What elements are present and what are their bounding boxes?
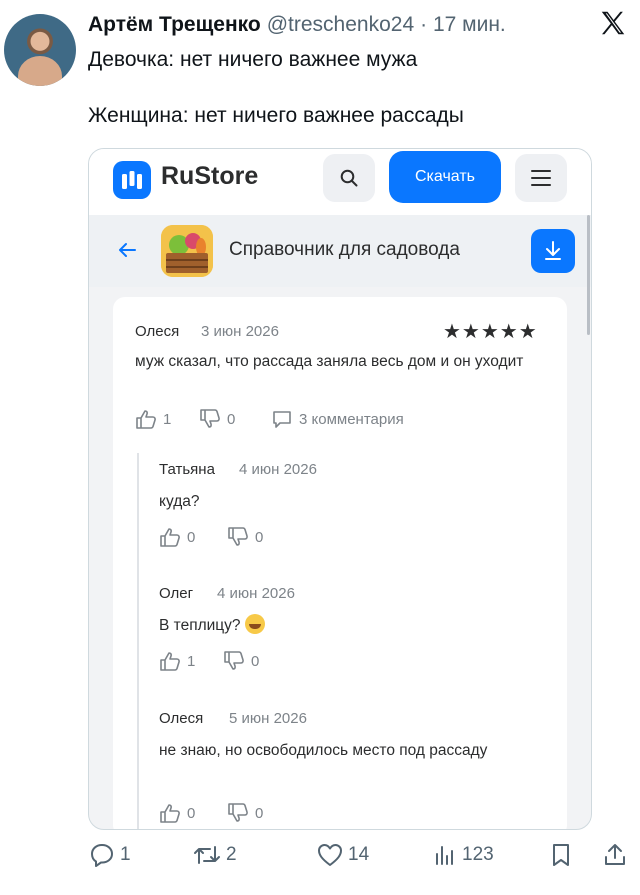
review-stars: ★★★★★ bbox=[443, 321, 538, 343]
dislike-button[interactable]: 0 bbox=[199, 409, 235, 429]
download-button[interactable]: Скачать bbox=[389, 151, 501, 203]
app-bar: Справочник для садовода bbox=[89, 215, 591, 287]
heart-icon bbox=[318, 844, 342, 866]
reply-like-button[interactable]: 0 bbox=[159, 803, 195, 823]
thumbs-down-icon bbox=[200, 409, 220, 428]
author-name[interactable]: Артём Трещенко bbox=[88, 13, 261, 37]
comments-button[interactable]: 3 комментария bbox=[271, 409, 404, 429]
reply-text-content: В теплицу? bbox=[159, 617, 241, 634]
reply-dislike-button[interactable]: 0 bbox=[223, 651, 259, 671]
reply-like-count: 1 bbox=[187, 652, 196, 670]
reply-like-count: 0 bbox=[187, 804, 196, 822]
like-button[interactable]: 1 bbox=[135, 409, 171, 429]
app-icon[interactable] bbox=[161, 225, 213, 277]
tweet-image[interactable]: RuStore Скачать Справочник для садовода bbox=[88, 148, 592, 830]
reply-text: не знаю, но освободилось место под расса… bbox=[159, 742, 488, 759]
review-date: 3 июн 2026 bbox=[201, 323, 279, 340]
comments-count: 3 комментария bbox=[299, 410, 404, 428]
author-handle[interactable]: @treschenko24 bbox=[267, 13, 414, 37]
reply-dislike-count: 0 bbox=[255, 804, 264, 822]
reply-date: 4 июн 2026 bbox=[217, 585, 295, 602]
app-download-button[interactable] bbox=[531, 229, 575, 273]
tweet-header: Артём Трещенко @treschenko24 · 17 мин. bbox=[88, 10, 506, 40]
comment-icon bbox=[273, 411, 291, 428]
retweet-icon bbox=[194, 846, 220, 864]
reply-count: 1 bbox=[120, 844, 131, 865]
review-author: Олеся bbox=[135, 323, 180, 340]
like-tweet-button[interactable]: 14 bbox=[316, 842, 369, 868]
x-logo-icon bbox=[601, 11, 625, 35]
reply-dislike-button[interactable]: 0 bbox=[227, 527, 263, 547]
views-button[interactable]: 123 bbox=[432, 842, 494, 868]
search-icon bbox=[340, 169, 358, 187]
thumbs-down-icon bbox=[228, 803, 248, 822]
grinning-sweat-emoji-icon bbox=[244, 614, 265, 634]
thumbs-down-icon bbox=[224, 651, 244, 670]
reply-text: куда? bbox=[159, 493, 200, 510]
reply-like-button[interactable]: 1 bbox=[159, 651, 195, 671]
review-card: Олеся 3 июн 2026 ★★★★★ муж сказал, что р… bbox=[113, 297, 567, 829]
reply-button[interactable]: 1 bbox=[88, 842, 131, 868]
thumbs-up-icon bbox=[160, 804, 180, 823]
analytics-icon bbox=[436, 846, 453, 865]
back-arrow-icon[interactable] bbox=[117, 241, 137, 264]
reply-author: Олеся bbox=[159, 710, 204, 727]
hamburger-icon bbox=[531, 170, 551, 186]
reply-like-button[interactable]: 0 bbox=[159, 527, 195, 547]
dislike-count: 0 bbox=[227, 410, 236, 428]
thread-line bbox=[137, 453, 139, 829]
retweet-button[interactable]: 2 bbox=[192, 842, 237, 868]
retweet-count: 2 bbox=[226, 844, 237, 865]
reply-dislike-count: 0 bbox=[255, 528, 264, 546]
reply-dislike-count: 0 bbox=[251, 652, 260, 670]
tweet-text-line2: Женщина: нет ничего важнее рассады bbox=[88, 104, 464, 127]
reply-author: Татьяна bbox=[159, 461, 215, 478]
reply-author: Олег bbox=[159, 585, 194, 602]
reply-date: 5 июн 2026 bbox=[229, 710, 307, 727]
app-title: Справочник для садовода bbox=[229, 239, 460, 260]
bookmark-button[interactable] bbox=[548, 842, 578, 868]
rustore-header: RuStore Скачать bbox=[89, 149, 591, 215]
reply-dislike-button[interactable]: 0 bbox=[227, 803, 263, 823]
download-icon bbox=[545, 241, 561, 260]
share-button[interactable] bbox=[602, 842, 632, 868]
thumbs-down-icon bbox=[228, 527, 248, 546]
views-count: 123 bbox=[462, 844, 494, 865]
tweet-actions: 1 2 14 123 bbox=[88, 842, 636, 876]
reply-like-count: 0 bbox=[187, 528, 196, 546]
tweet-time[interactable]: · 17 мин. bbox=[420, 13, 506, 37]
bookmark-icon bbox=[553, 844, 569, 866]
like-tweet-count: 14 bbox=[348, 844, 370, 865]
review-text: муж сказал, что рассада заняла весь дом … bbox=[135, 353, 524, 370]
thumbs-up-icon bbox=[160, 652, 180, 671]
like-count: 1 bbox=[163, 410, 172, 428]
reply-text: В теплицу? bbox=[159, 613, 265, 639]
thumbs-up-icon bbox=[160, 528, 180, 547]
tweet-text-line1: Девочка: нет ничего важнее мужа bbox=[88, 48, 418, 71]
reply-icon bbox=[91, 844, 113, 867]
scrollbar[interactable] bbox=[587, 215, 590, 335]
tweet-text: Девочка: нет ничего важнее мужа Женщина: … bbox=[88, 46, 628, 130]
search-button[interactable] bbox=[323, 154, 375, 202]
thumbs-up-icon bbox=[136, 410, 156, 429]
rustore-logo-icon[interactable] bbox=[113, 161, 151, 199]
author-avatar[interactable] bbox=[4, 14, 76, 86]
menu-button[interactable] bbox=[515, 154, 567, 202]
share-icon bbox=[605, 844, 625, 865]
rustore-logo-text[interactable]: RuStore bbox=[161, 162, 258, 191]
reply-date: 4 июн 2026 bbox=[239, 461, 317, 478]
